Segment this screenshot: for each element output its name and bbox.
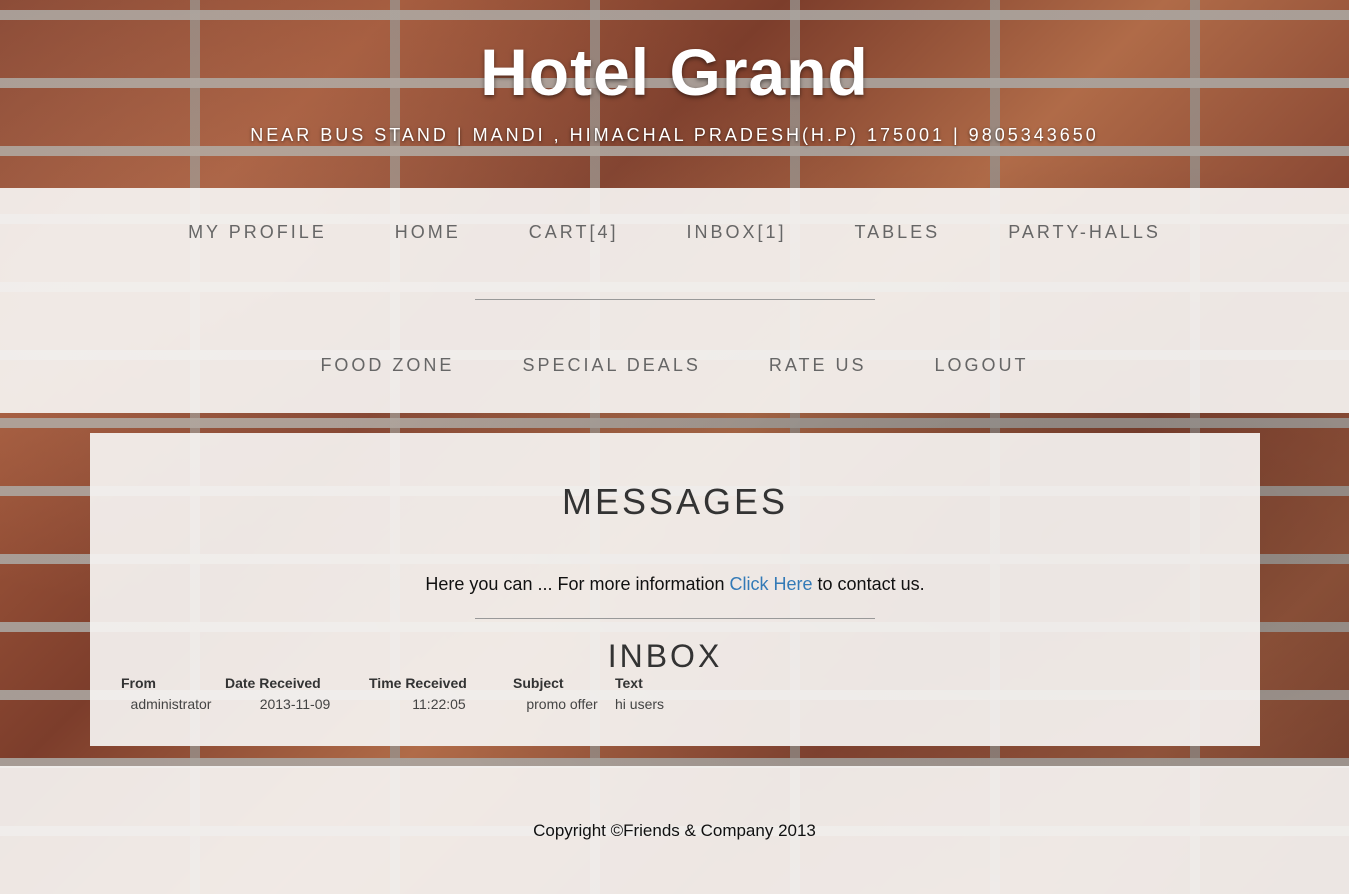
- nav-row-secondary: FOOD ZONE SPECIAL DEALS RATE US LOGOUT: [0, 355, 1349, 376]
- intro-text: Here you can ... For more information Cl…: [90, 574, 1260, 595]
- inbox-table: From Date Received Time Received Subject…: [119, 673, 697, 714]
- cell-text: hi users: [615, 696, 665, 712]
- inbox-heading: INBOX: [607, 638, 723, 674]
- column-header-from: From: [121, 675, 156, 691]
- intro-text-after: to contact us.: [812, 574, 925, 594]
- nav-item-home[interactable]: HOME: [395, 222, 461, 243]
- column-header-date-received: Date Received: [225, 675, 321, 691]
- site-header: Hotel Grand NEAR BUS STAND | MANDI , HIM…: [0, 0, 1349, 188]
- column-header-subject: Subject: [513, 675, 564, 691]
- contact-link[interactable]: Click Here: [730, 574, 813, 594]
- intro-text-before: Here you can ... For more information: [425, 574, 730, 594]
- messages-heading: MESSAGES: [561, 481, 789, 522]
- nav-item-food-zone[interactable]: FOOD ZONE: [320, 355, 454, 376]
- nav-item-cart[interactable]: CART[4]: [529, 222, 619, 243]
- site-footer: Copyright ©Friends & Company 2013: [0, 766, 1349, 894]
- cell-time-received: 11:22:05: [412, 696, 466, 712]
- table-row[interactable]: administrator 2013-11-09 11:22:05 promo …: [119, 694, 697, 714]
- cell-date-received: 2013-11-09: [259, 696, 331, 712]
- nav-item-party-halls[interactable]: PARTY-HALLS: [1008, 222, 1161, 243]
- nav-row-primary: MY PROFILE HOME CART[4] INBOX[1] TABLES …: [0, 222, 1349, 243]
- column-header-time-received: Time Received: [369, 675, 467, 691]
- site-address: NEAR BUS STAND | MANDI , HIMACHAL PRADES…: [250, 125, 1099, 145]
- content-divider: [475, 618, 875, 619]
- column-header-text: Text: [615, 675, 643, 691]
- cell-subject: promo offer: [526, 696, 598, 712]
- nav-item-my-profile[interactable]: MY PROFILE: [188, 222, 327, 243]
- nav-item-rate-us[interactable]: RATE US: [769, 355, 867, 376]
- copyright-text: Copyright ©Friends & Company 2013: [533, 821, 816, 840]
- nav-item-tables[interactable]: TABLES: [854, 222, 940, 243]
- table-header-row: From Date Received Time Received Subject…: [119, 673, 697, 694]
- nav-item-logout[interactable]: LOGOUT: [935, 355, 1029, 376]
- cell-from: administrator: [130, 696, 212, 712]
- site-title: Hotel Grand: [480, 35, 869, 109]
- messages-panel: MESSAGES Here you can ... For more infor…: [90, 433, 1260, 746]
- nav-divider: [475, 299, 875, 300]
- nav-item-special-deals[interactable]: SPECIAL DEALS: [522, 355, 700, 376]
- nav-item-inbox[interactable]: INBOX[1]: [686, 222, 786, 243]
